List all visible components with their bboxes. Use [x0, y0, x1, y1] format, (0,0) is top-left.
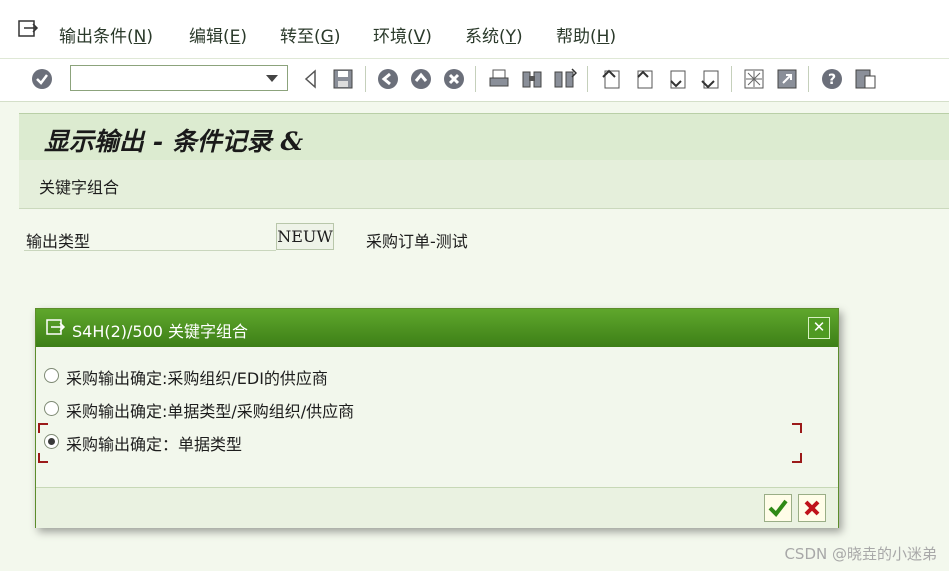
focus-corner: [38, 423, 48, 433]
menu-paren: ): [240, 27, 248, 47]
save-icon[interactable]: [331, 67, 355, 91]
menu-hotkey: G: [320, 27, 334, 47]
previous-page-icon[interactable]: [632, 67, 656, 91]
toolbar-separator: [365, 66, 366, 92]
menu-system[interactable]: 系统(Y): [465, 22, 523, 47]
option-label: 采购输出确定:采购组织/EDI的供应商: [66, 369, 328, 388]
toolbar-separator: [475, 66, 476, 92]
command-field[interactable]: [70, 65, 288, 91]
menu-label: 输出条件(: [59, 27, 134, 47]
focus-corner: [792, 423, 802, 433]
radio-button[interactable]: [44, 368, 59, 383]
radio-button-selected[interactable]: [44, 434, 59, 449]
menu-bar: 输出条件(N) 编辑(E) 转至(G) 环境(V) 系统(Y) 帮助(H): [0, 0, 949, 59]
menu-hotkey: N: [133, 27, 147, 47]
menu-paren: ): [333, 27, 341, 47]
dialog-title: S4H(2)/500 关键字组合: [72, 322, 249, 341]
output-type-value: NEUW: [276, 223, 334, 250]
menu-edit[interactable]: 编辑(E): [189, 22, 247, 47]
cancel-button[interactable]: [798, 494, 826, 522]
key-combination-dialog: S4H(2)/500 关键字组合 ✕ 采购输出确定:采购组织/EDI的供应商 采…: [35, 308, 839, 528]
back-icon[interactable]: [376, 67, 400, 91]
page-title: 显示输出 - 条件记录 &: [44, 127, 304, 156]
option-label: 采购输出确定：单据类型: [66, 435, 243, 454]
radio-button[interactable]: [44, 401, 59, 416]
help-icon[interactable]: ?: [820, 67, 844, 91]
toolbar-separator: [808, 66, 809, 92]
menu-hotkey: Y: [505, 27, 517, 47]
svg-text:?: ?: [828, 72, 836, 88]
last-page-icon[interactable]: [698, 67, 722, 91]
menu-paren: ): [146, 27, 153, 47]
menu-hotkey: H: [596, 27, 610, 47]
menu-paren: ): [609, 27, 617, 47]
menu-label: 环境(: [373, 27, 414, 47]
menu-paren: ): [425, 27, 432, 47]
option-label: 采购输出确定:单据类型/采购组织/供应商: [66, 402, 355, 421]
focus-corner: [792, 453, 802, 463]
menu-environment[interactable]: 环境(V): [373, 22, 432, 47]
layout-menu-icon[interactable]: [853, 67, 877, 91]
menu-label: 系统(: [465, 27, 506, 47]
focus-corner: [38, 453, 48, 463]
key-combination-button[interactable]: 关键字组合: [39, 174, 119, 198]
menu-help[interactable]: 帮助(H): [556, 22, 616, 47]
back-triangle-icon[interactable]: [298, 67, 322, 91]
field-underline: [24, 250, 276, 251]
toolbar-separator: [587, 66, 588, 92]
cancel-x-icon: [804, 500, 820, 516]
chevron-down-icon[interactable]: [266, 75, 278, 82]
menu-output-conditions[interactable]: 输出条件(N): [59, 22, 153, 47]
output-type-description: 采购订单-测试: [366, 232, 468, 251]
toolbar-separator: [731, 66, 732, 92]
watermark: CSDN @晓垚的小迷弟: [784, 545, 937, 563]
menu-label: 编辑(: [189, 27, 230, 47]
output-type-label: 输出类型: [26, 232, 91, 251]
application-toolbar: 关键字组合: [19, 160, 949, 209]
dialog-menu-icon[interactable]: [46, 319, 66, 336]
create-session-icon[interactable]: [742, 67, 766, 91]
checkmark-icon: [768, 499, 788, 518]
app-menu-icon[interactable]: [18, 20, 40, 38]
confirm-button[interactable]: [764, 494, 792, 522]
menu-hotkey: E: [229, 27, 241, 47]
exit-icon[interactable]: [409, 67, 433, 91]
menu-hotkey: V: [413, 27, 426, 47]
close-button[interactable]: ✕: [808, 317, 830, 339]
first-page-icon[interactable]: [599, 67, 623, 91]
menu-label: 帮助(: [556, 27, 597, 47]
shortcut-icon[interactable]: [775, 67, 799, 91]
print-icon[interactable]: [487, 67, 511, 91]
next-page-icon[interactable]: [665, 67, 689, 91]
enter-icon[interactable]: [30, 67, 54, 91]
find-icon[interactable]: [520, 67, 544, 91]
title-bar: 显示输出 - 条件记录 &: [19, 113, 949, 160]
menu-paren: ): [516, 27, 523, 47]
dialog-footer: [36, 487, 838, 528]
cancel-icon[interactable]: [442, 67, 466, 91]
menu-goto[interactable]: 转至(G): [280, 22, 340, 47]
dialog-header[interactable]: S4H(2)/500 关键字组合 ✕: [36, 309, 838, 347]
menu-label: 转至(: [280, 27, 321, 47]
find-next-icon[interactable]: [553, 67, 577, 91]
